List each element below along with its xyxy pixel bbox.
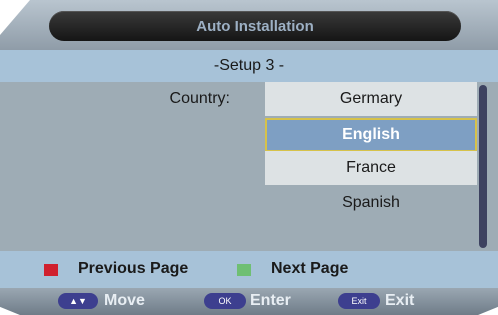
- header-corner-decoration: [0, 0, 30, 35]
- list-scrollbar[interactable]: [479, 85, 487, 248]
- red-key-swatch: [44, 264, 58, 276]
- next-page-label[interactable]: Next Page: [271, 260, 348, 278]
- country-option[interactable]: Spanish: [265, 186, 477, 220]
- country-option[interactable]: Germary: [265, 82, 477, 116]
- exit-hint-label: Exit: [385, 292, 415, 309]
- header-bar: Auto Installation: [0, 0, 498, 50]
- country-option[interactable]: France: [265, 151, 477, 185]
- country-label: Country:: [169, 90, 230, 107]
- country-selection-panel: Country: Germary English France Spanish: [0, 82, 498, 251]
- green-key-swatch: [237, 264, 251, 276]
- setup-step-subtitle: -Setup 3 -: [0, 50, 498, 82]
- country-option-selected[interactable]: English: [265, 118, 477, 152]
- tv-menu-screen: Auto Installation -Setup 3 - Country: Ge…: [0, 0, 498, 315]
- menu-title: Auto Installation: [49, 11, 461, 41]
- exit-key-icon: Exit: [338, 293, 380, 309]
- up-down-arrows-icon: ▲▼: [58, 293, 98, 309]
- enter-hint-label: Enter: [250, 292, 291, 309]
- previous-page-label[interactable]: Previous Page: [78, 260, 188, 278]
- ok-key-icon: OK: [204, 293, 246, 309]
- move-hint-label: Move: [104, 292, 145, 309]
